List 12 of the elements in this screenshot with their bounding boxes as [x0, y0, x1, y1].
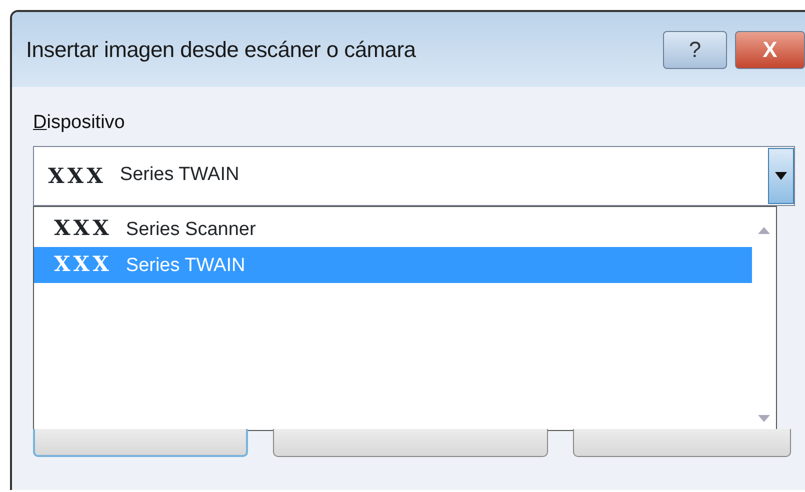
- dialog-button[interactable]: [273, 428, 548, 456]
- list-option[interactable]: XXX Series Scanner: [34, 210, 752, 246]
- window-title: Insertar imagen desde escáner o cámara: [26, 36, 417, 64]
- scroll-down-icon[interactable]: [758, 414, 770, 422]
- dropdown-button[interactable]: [768, 148, 794, 204]
- help-button[interactable]: ?: [663, 30, 727, 68]
- scroll-up-icon[interactable]: [758, 226, 770, 234]
- dialog-button[interactable]: [573, 428, 791, 456]
- caret-down-icon: [775, 172, 787, 180]
- device-label: Dispositivo: [33, 111, 126, 135]
- dialog-button[interactable]: [33, 428, 248, 456]
- device-dropdown[interactable]: XXX Series TWAIN: [33, 146, 795, 206]
